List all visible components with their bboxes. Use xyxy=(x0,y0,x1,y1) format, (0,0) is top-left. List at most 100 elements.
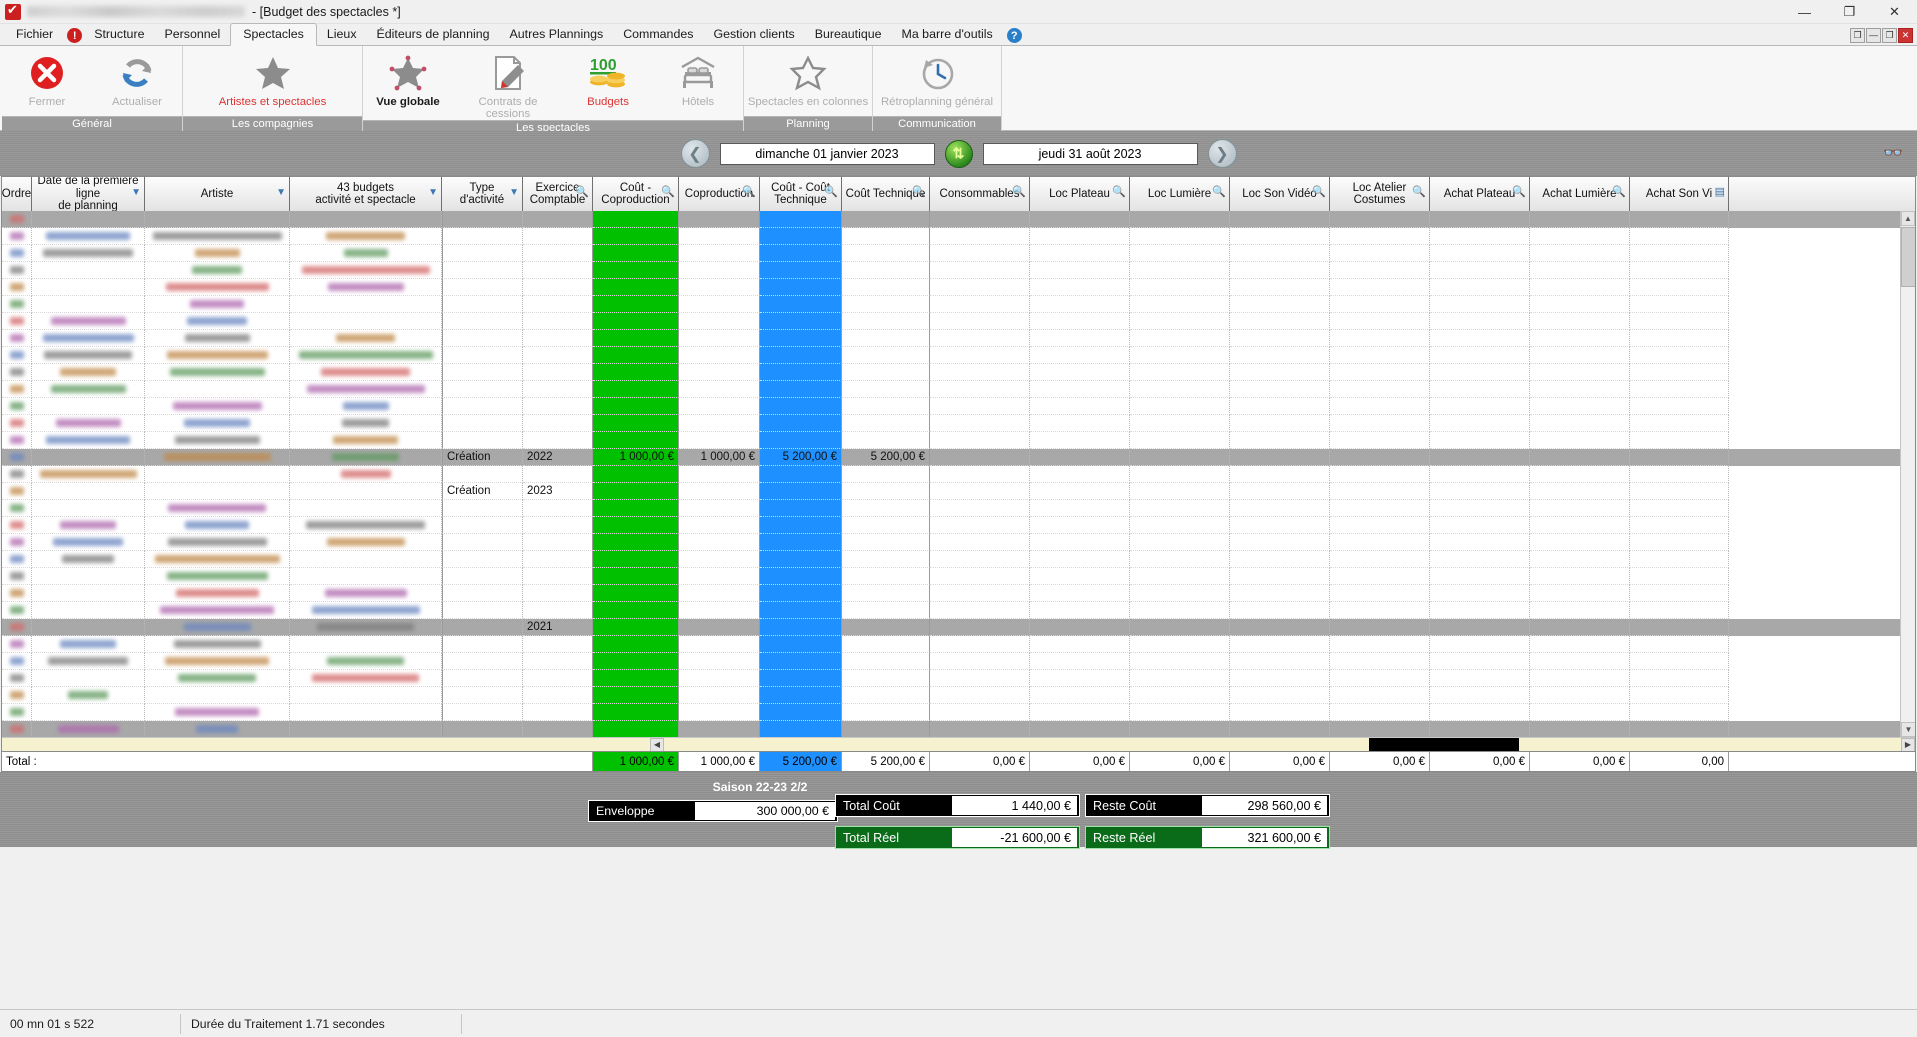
table-cell[interactable] xyxy=(760,500,842,517)
table-cell[interactable] xyxy=(593,704,679,721)
table-cell[interactable] xyxy=(1330,653,1430,670)
table-cell[interactable] xyxy=(842,500,930,517)
table-cell[interactable] xyxy=(442,704,523,721)
table-cell[interactable] xyxy=(930,704,1030,721)
table-cell[interactable] xyxy=(1430,466,1530,483)
table-cell[interactable] xyxy=(1130,687,1230,704)
table-cell[interactable] xyxy=(593,500,679,517)
table-cell[interactable] xyxy=(679,687,760,704)
table-cell[interactable] xyxy=(842,568,930,585)
table-cell[interactable] xyxy=(1630,517,1729,534)
table-cell[interactable] xyxy=(930,636,1030,653)
table-cell[interactable] xyxy=(1330,313,1430,330)
table-cell[interactable] xyxy=(1430,704,1530,721)
table-cell[interactable] xyxy=(679,670,760,687)
menu-item-bureautique[interactable]: Bureautique xyxy=(805,24,892,45)
table-cell[interactable] xyxy=(2,670,32,687)
chevron-right-icon[interactable]: ❯ xyxy=(1208,139,1237,168)
table-cell[interactable] xyxy=(442,602,523,619)
table-cell[interactable] xyxy=(442,670,523,687)
table-cell[interactable] xyxy=(593,279,679,296)
table-cell[interactable] xyxy=(32,687,145,704)
table-cell[interactable] xyxy=(1330,483,1430,500)
table-cell[interactable] xyxy=(930,500,1030,517)
table-cell[interactable] xyxy=(145,653,290,670)
table-cell[interactable] xyxy=(930,568,1030,585)
table-cell[interactable] xyxy=(523,721,593,737)
menu-item-lieux[interactable]: Lieux xyxy=(317,24,367,45)
menu-item-autres-plannings[interactable]: Autres Plannings xyxy=(500,24,614,45)
ribbon-button-retroplanning-general[interactable]: Rétroplanning général xyxy=(873,46,1001,116)
table-cell[interactable] xyxy=(1030,466,1130,483)
table-cell[interactable] xyxy=(290,687,442,704)
table-cell[interactable] xyxy=(1330,279,1430,296)
table-cell[interactable] xyxy=(1130,313,1230,330)
table-cell[interactable] xyxy=(1530,262,1630,279)
table-cell[interactable] xyxy=(1030,330,1130,347)
table-cell[interactable] xyxy=(290,636,442,653)
table-cell[interactable] xyxy=(1530,381,1630,398)
table-cell[interactable] xyxy=(679,500,760,517)
table-cell[interactable] xyxy=(1030,534,1130,551)
table-cell[interactable] xyxy=(523,398,593,415)
table-cell[interactable] xyxy=(1130,704,1230,721)
table-cell[interactable] xyxy=(593,432,679,449)
table-cell[interactable] xyxy=(442,245,523,262)
table-cell[interactable] xyxy=(930,653,1030,670)
table-cell[interactable] xyxy=(1330,211,1430,228)
table-cell[interactable] xyxy=(1430,483,1530,500)
table-cell[interactable] xyxy=(290,619,442,636)
table-cell[interactable] xyxy=(842,211,930,228)
table-cell[interactable] xyxy=(1530,313,1630,330)
table-cell[interactable] xyxy=(523,432,593,449)
table-cell[interactable] xyxy=(145,466,290,483)
table-cell[interactable] xyxy=(290,245,442,262)
table-cell[interactable] xyxy=(32,636,145,653)
table-cell[interactable] xyxy=(1130,296,1230,313)
ribbon-button-spectacles-en-colonnes[interactable]: Spectacles en colonnes xyxy=(744,46,872,116)
table-cell[interactable] xyxy=(679,466,760,483)
table-cell[interactable] xyxy=(593,483,679,500)
table-cell[interactable] xyxy=(523,364,593,381)
table-cell[interactable] xyxy=(290,721,442,737)
table-cell[interactable] xyxy=(930,687,1030,704)
menu-item-editeurs-de-planning[interactable]: Éditeurs de planning xyxy=(367,24,500,45)
table-cell[interactable] xyxy=(442,279,523,296)
table-cell[interactable] xyxy=(1330,721,1430,737)
table-cell[interactable] xyxy=(679,381,760,398)
table-cell[interactable] xyxy=(1530,483,1630,500)
table-cell[interactable] xyxy=(760,483,842,500)
table-cell[interactable] xyxy=(32,313,145,330)
table-cell[interactable] xyxy=(593,619,679,636)
mdi-minimize-button[interactable]: — xyxy=(1866,28,1881,43)
table-cell[interactable] xyxy=(523,296,593,313)
table-cell[interactable] xyxy=(523,228,593,245)
table-cell[interactable] xyxy=(1130,466,1230,483)
table-cell[interactable] xyxy=(593,398,679,415)
table-row[interactable] xyxy=(2,534,1915,551)
table-cell[interactable] xyxy=(679,619,760,636)
table-cell[interactable] xyxy=(679,517,760,534)
table-cell[interactable] xyxy=(593,653,679,670)
table-cell[interactable] xyxy=(290,381,442,398)
table-cell[interactable] xyxy=(523,245,593,262)
search-icon[interactable]: 🔍 xyxy=(1412,186,1426,199)
table-cell[interactable] xyxy=(593,585,679,602)
table-cell[interactable] xyxy=(145,602,290,619)
table-cell[interactable] xyxy=(930,483,1030,500)
table-cell[interactable] xyxy=(1230,517,1330,534)
table-cell[interactable] xyxy=(760,415,842,432)
table-cell[interactable] xyxy=(1130,364,1230,381)
table-cell[interactable] xyxy=(1330,432,1430,449)
table-cell[interactable] xyxy=(679,653,760,670)
table-cell[interactable] xyxy=(290,296,442,313)
table-cell[interactable] xyxy=(1630,211,1729,228)
table-cell[interactable] xyxy=(1630,704,1729,721)
table-cell[interactable] xyxy=(1530,432,1630,449)
table-cell[interactable] xyxy=(1230,313,1330,330)
column-header-co-t-co-t-technique[interactable]: Coût - Coût Technique 🔍 xyxy=(760,177,842,211)
scroll-left-arrow[interactable]: ◀ xyxy=(650,738,664,752)
table-cell[interactable] xyxy=(593,602,679,619)
table-cell[interactable] xyxy=(760,228,842,245)
table-cell[interactable] xyxy=(145,245,290,262)
